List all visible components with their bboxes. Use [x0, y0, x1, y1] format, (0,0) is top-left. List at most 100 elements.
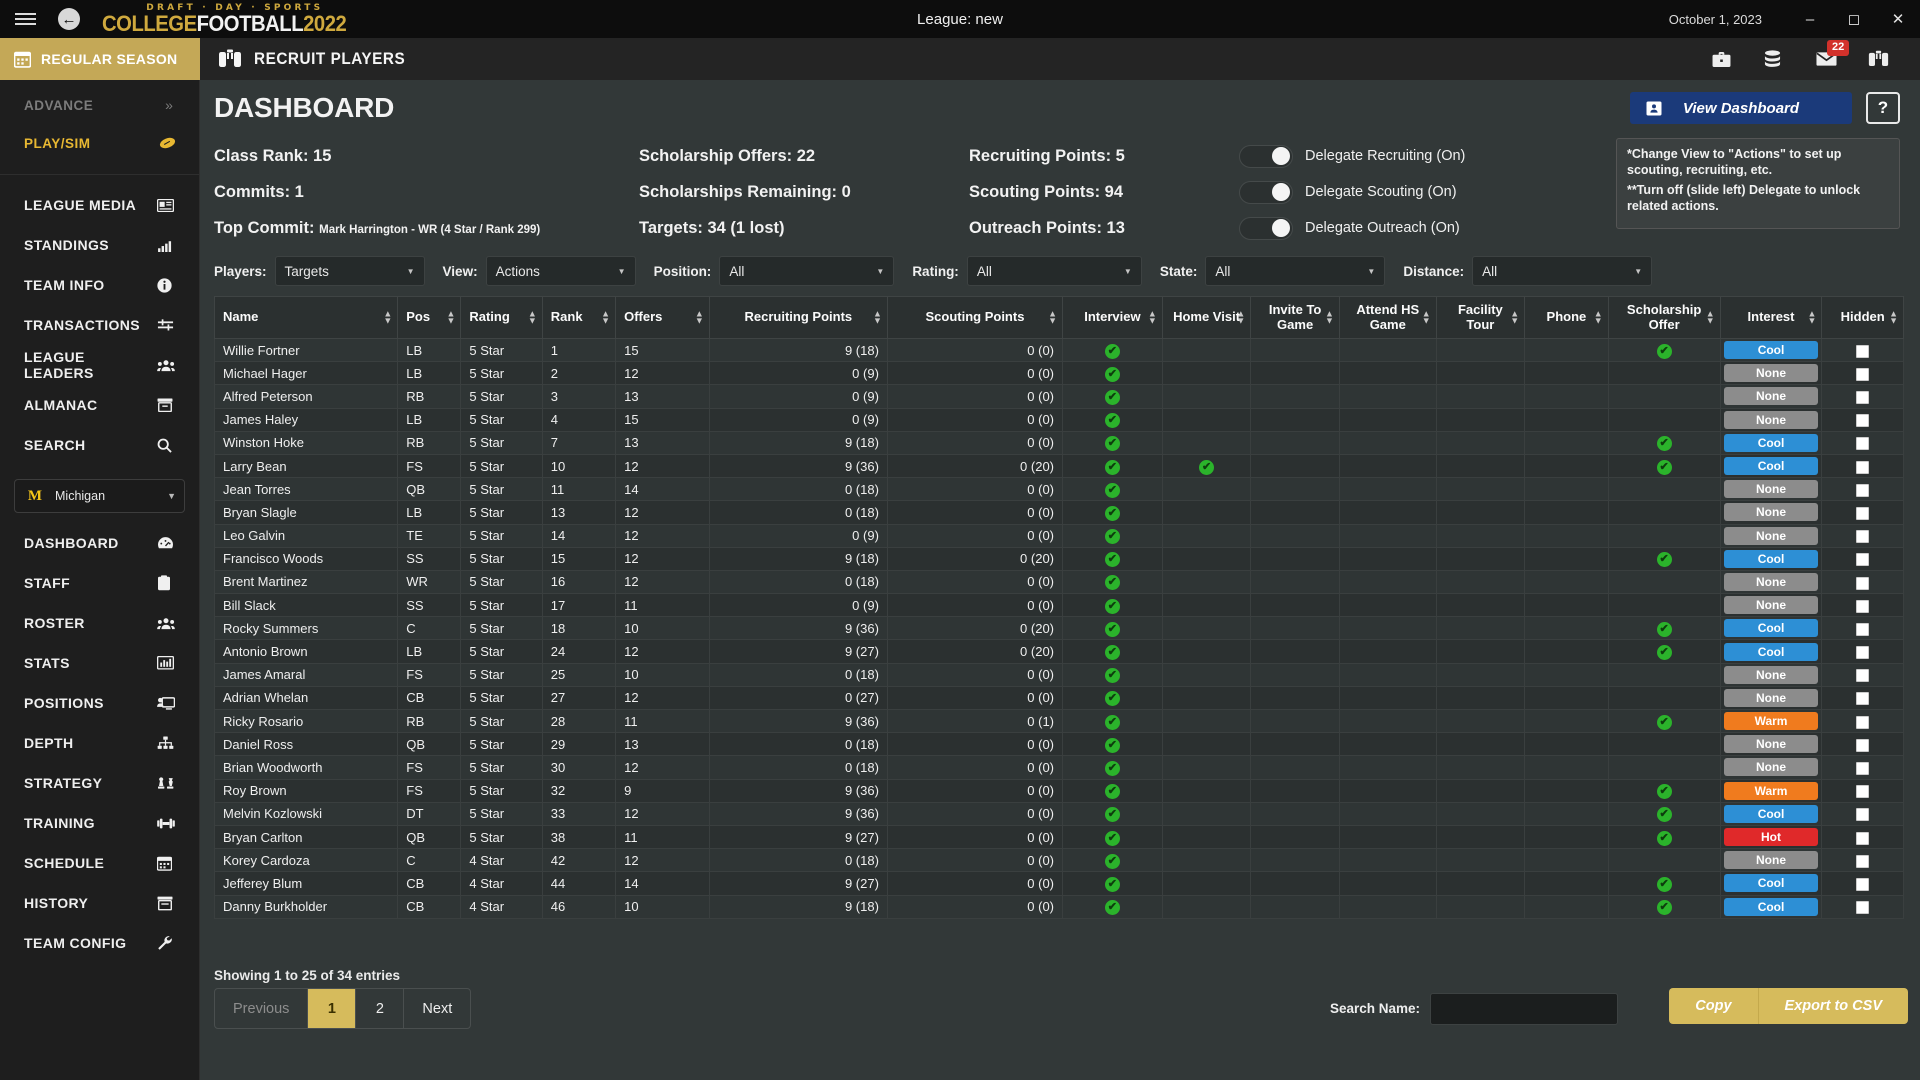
- minimize-icon[interactable]: –: [1788, 0, 1832, 38]
- column-header-rank[interactable]: Rank▲▼: [542, 297, 615, 339]
- copy-button[interactable]: Copy: [1669, 988, 1758, 1024]
- hidden-checkbox[interactable]: [1856, 553, 1869, 566]
- sidebar-item-play-sim[interactable]: PLAY/SIM: [0, 124, 199, 162]
- table-row[interactable]: Roy BrownFS5 Star3299 (36)0 (0)✔✔Warm: [215, 779, 1904, 802]
- sidebar-item-stats[interactable]: STATS: [0, 643, 199, 683]
- table-row[interactable]: Antonio BrownLB5 Star24129 (27)0 (20)✔✔C…: [215, 640, 1904, 663]
- filter-select-rating[interactable]: All▼: [967, 256, 1142, 286]
- sidebar-item-league-leaders[interactable]: LEAGUE LEADERS: [0, 345, 199, 385]
- table-row[interactable]: Rocky SummersC5 Star18109 (36)0 (20)✔✔Co…: [215, 617, 1904, 640]
- column-header-name[interactable]: Name▲▼: [215, 297, 398, 339]
- database-icon[interactable]: [1764, 50, 1786, 68]
- interest-badge[interactable]: None: [1724, 480, 1819, 498]
- sidebar-item-almanac[interactable]: ALMANAC: [0, 385, 199, 425]
- interest-badge[interactable]: None: [1724, 387, 1819, 405]
- table-row[interactable]: Ricky RosarioRB5 Star28119 (36)0 (1)✔✔Wa…: [215, 710, 1904, 733]
- filter-select-players[interactable]: Targets▼: [275, 256, 425, 286]
- column-header-home-visit[interactable]: Home Visit▲▼: [1162, 297, 1251, 339]
- column-header-pos[interactable]: Pos▲▼: [398, 297, 461, 339]
- table-row[interactable]: Bryan SlagleLB5 Star13120 (18)0 (0)✔None: [215, 501, 1904, 524]
- column-header-scholarship-offer[interactable]: Scholarship Offer▲▼: [1608, 297, 1720, 339]
- hidden-checkbox[interactable]: [1856, 577, 1869, 590]
- column-header-offers[interactable]: Offers▲▼: [616, 297, 710, 339]
- hidden-checkbox[interactable]: [1856, 832, 1869, 845]
- table-row[interactable]: James AmaralFS5 Star25100 (18)0 (0)✔None: [215, 663, 1904, 686]
- hidden-checkbox[interactable]: [1856, 901, 1869, 914]
- pagination-page-1[interactable]: 1: [308, 989, 356, 1028]
- hidden-checkbox[interactable]: [1856, 530, 1869, 543]
- hidden-checkbox[interactable]: [1856, 368, 1869, 381]
- interest-badge[interactable]: Cool: [1724, 457, 1819, 475]
- interest-badge[interactable]: None: [1724, 596, 1819, 614]
- interest-badge[interactable]: Cool: [1724, 805, 1819, 823]
- briefcase-icon[interactable]: [1712, 51, 1734, 68]
- interest-badge[interactable]: None: [1724, 666, 1819, 684]
- table-row[interactable]: Willie FortnerLB5 Star1159 (18)0 (0)✔✔Co…: [215, 339, 1904, 362]
- interest-badge[interactable]: None: [1724, 758, 1819, 776]
- sidebar-item-depth[interactable]: DEPTH: [0, 723, 199, 763]
- hidden-checkbox[interactable]: [1856, 716, 1869, 729]
- hidden-checkbox[interactable]: [1856, 669, 1869, 682]
- table-row[interactable]: Brent MartinezWR5 Star16120 (18)0 (0)✔No…: [215, 570, 1904, 593]
- hidden-checkbox[interactable]: [1856, 878, 1869, 891]
- hidden-checkbox[interactable]: [1856, 623, 1869, 636]
- table-row[interactable]: Winston HokeRB5 Star7139 (18)0 (0)✔✔Cool: [215, 431, 1904, 454]
- table-row[interactable]: Alfred PetersonRB5 Star3130 (9)0 (0)✔Non…: [215, 385, 1904, 408]
- column-header-interview[interactable]: Interview▲▼: [1063, 297, 1163, 339]
- toggle-delegate-scouting-switch[interactable]: [1239, 181, 1293, 204]
- mail-icon[interactable]: 22: [1816, 51, 1838, 67]
- interest-badge[interactable]: Cool: [1724, 643, 1819, 661]
- sidebar-item-history[interactable]: HISTORY: [0, 883, 199, 923]
- table-row[interactable]: Michael HagerLB5 Star2120 (9)0 (0)✔None: [215, 362, 1904, 385]
- interest-badge[interactable]: Cool: [1724, 898, 1819, 916]
- interest-badge[interactable]: Cool: [1724, 341, 1819, 359]
- interest-badge[interactable]: None: [1724, 411, 1819, 429]
- pagination-previous[interactable]: Previous: [215, 989, 308, 1028]
- sidebar-item-team-info[interactable]: TEAM INFO: [0, 265, 199, 305]
- filter-select-state[interactable]: All▼: [1205, 256, 1385, 286]
- sidebar-item-league-media[interactable]: LEAGUE MEDIA: [0, 185, 199, 225]
- view-dashboard-button[interactable]: View Dashboard: [1630, 92, 1852, 124]
- close-icon[interactable]: ✕: [1876, 0, 1920, 38]
- table-row[interactable]: Jean TorresQB5 Star11140 (18)0 (0)✔None: [215, 478, 1904, 501]
- help-button[interactable]: ?: [1866, 92, 1900, 124]
- column-header-invite-to-game[interactable]: Invite To Game▲▼: [1251, 297, 1340, 339]
- toggle-delegate-recruiting-switch[interactable]: [1239, 145, 1293, 168]
- interest-badge[interactable]: Warm: [1724, 782, 1819, 800]
- column-header-facility-tour[interactable]: Facility Tour▲▼: [1436, 297, 1525, 339]
- hidden-checkbox[interactable]: [1856, 461, 1869, 474]
- sidebar-item-dashboard[interactable]: DASHBOARD: [0, 523, 199, 563]
- column-header-phone[interactable]: Phone▲▼: [1525, 297, 1608, 339]
- interest-badge[interactable]: Cool: [1724, 619, 1819, 637]
- column-header-rating[interactable]: Rating▲▼: [461, 297, 542, 339]
- sidebar-item-positions[interactable]: POSITIONS: [0, 683, 199, 723]
- search-name-input[interactable]: [1430, 993, 1618, 1025]
- column-header-scouting-points[interactable]: Scouting Points▲▼: [887, 297, 1062, 339]
- column-header-recruiting-points[interactable]: Recruiting Points▲▼: [709, 297, 887, 339]
- hidden-checkbox[interactable]: [1856, 484, 1869, 497]
- hidden-checkbox[interactable]: [1856, 437, 1869, 450]
- filter-select-distance[interactable]: All▼: [1472, 256, 1652, 286]
- tab-regular-season[interactable]: REGULAR SEASON: [0, 38, 200, 80]
- hidden-checkbox[interactable]: [1856, 762, 1869, 775]
- hidden-checkbox[interactable]: [1856, 600, 1869, 613]
- interest-badge[interactable]: None: [1724, 851, 1819, 869]
- table-row[interactable]: Larry BeanFS5 Star10129 (36)0 (20)✔✔✔Coo…: [215, 454, 1904, 477]
- table-row[interactable]: Francisco WoodsSS5 Star15129 (18)0 (20)✔…: [215, 547, 1904, 570]
- column-header-hidden[interactable]: Hidden▲▼: [1822, 297, 1904, 339]
- sidebar-item-training[interactable]: TRAINING: [0, 803, 199, 843]
- binoculars-action-icon[interactable]: [1868, 50, 1890, 68]
- hidden-checkbox[interactable]: [1856, 785, 1869, 798]
- interest-badge[interactable]: Cool: [1724, 874, 1819, 892]
- interest-badge[interactable]: None: [1724, 364, 1819, 382]
- back-arrow-icon[interactable]: ←: [52, 0, 86, 38]
- hidden-checkbox[interactable]: [1856, 808, 1869, 821]
- filter-select-position[interactable]: All▼: [719, 256, 894, 286]
- maximize-icon[interactable]: ◻: [1832, 0, 1876, 38]
- interest-badge[interactable]: None: [1724, 573, 1819, 591]
- hidden-checkbox[interactable]: [1856, 414, 1869, 427]
- toggle-delegate-scouting[interactable]: Delegate Scouting (On): [1239, 181, 1457, 204]
- pagination-next[interactable]: Next: [404, 989, 470, 1028]
- column-header-attend-hs-game[interactable]: Attend HS Game▲▼: [1339, 297, 1436, 339]
- hidden-checkbox[interactable]: [1856, 391, 1869, 404]
